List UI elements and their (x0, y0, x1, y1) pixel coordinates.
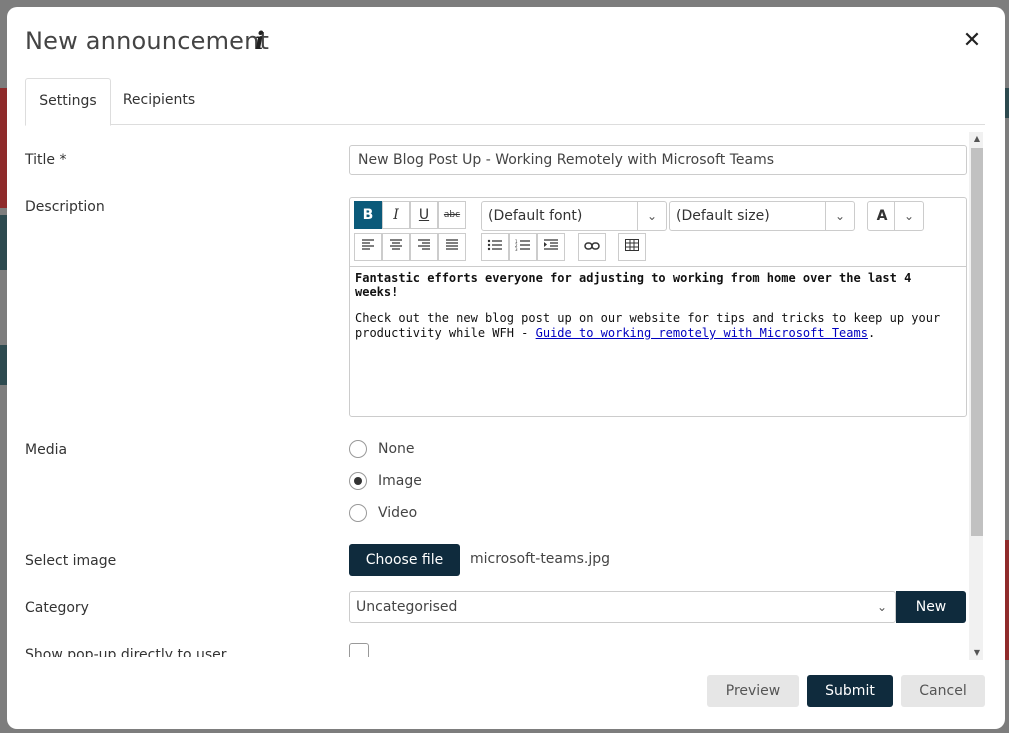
align-left-icon (362, 239, 374, 250)
close-icon[interactable]: ✕ (960, 29, 984, 53)
chevron-down-icon: ⌄ (894, 202, 923, 230)
scrollbar-thumb[interactable] (971, 148, 983, 536)
size-select-value: (Default size) (676, 208, 770, 224)
link-button[interactable] (578, 233, 606, 261)
svg-text:3: 3 (515, 247, 518, 251)
strikethrough-label: abc (443, 210, 461, 220)
media-label: Media (25, 442, 68, 458)
preview-button[interactable]: Preview (707, 675, 799, 707)
description-label: Description (25, 199, 105, 215)
font-select[interactable]: (Default font) ⌄ (481, 201, 667, 231)
media-option-label: Video (378, 505, 418, 521)
announcement-dialog: New announcement i ✕ Settings Recipients… (7, 7, 1005, 729)
scrollbar[interactable]: ▲ ▼ (969, 132, 983, 660)
background-panel-right (1005, 88, 1009, 118)
bullet-list-icon (487, 239, 502, 251)
tab-bar: Settings Recipients (25, 78, 985, 126)
cancel-button[interactable]: Cancel (901, 675, 985, 707)
font-select-value: (Default font) (488, 208, 583, 224)
italic-label: I (393, 207, 399, 223)
media-option-label: Image (378, 473, 422, 489)
select-image-label: Select image (25, 553, 117, 569)
editor-paragraph: Check out the new blog post up on our we… (350, 311, 966, 341)
media-radio-none[interactable] (349, 440, 367, 458)
chevron-down-icon: ⌄ (876, 600, 887, 614)
editor-heading: Fantastic efforts everyone for adjusting… (355, 271, 912, 299)
numbered-list-icon: 123 (515, 239, 530, 252)
link-icon (584, 242, 600, 250)
align-left-button[interactable] (354, 233, 382, 261)
popup-checkbox[interactable] (349, 643, 369, 657)
numbered-list-button[interactable]: 123 (509, 233, 537, 261)
text-color-select[interactable]: A ⌄ (867, 201, 924, 231)
background-panel-right-2 (1005, 540, 1009, 660)
info-icon[interactable]: i (255, 26, 264, 55)
editor-link-trailer: . (867, 326, 876, 340)
editor-content[interactable]: Fantastic efforts everyone for adjusting… (350, 266, 966, 417)
blog-link[interactable]: Guide to working remotely with Microsoft… (536, 326, 868, 340)
media-radio-image[interactable] (349, 472, 367, 490)
category-select[interactable]: Uncategorised ⌄ (349, 591, 896, 623)
bullet-list-button[interactable] (481, 233, 509, 261)
media-radio-video[interactable] (349, 504, 367, 522)
settings-form: Title * New Blog Post Up - Working Remot… (7, 125, 985, 657)
category-label: Category (25, 600, 89, 616)
background-panel-left (0, 88, 7, 208)
indent-button[interactable] (537, 233, 565, 261)
submit-button[interactable]: Submit (807, 675, 893, 707)
underline-button[interactable]: U (410, 201, 438, 229)
background-panel-left-2 (0, 215, 7, 270)
strikethrough-button[interactable]: abc (438, 201, 466, 229)
tab-recipients[interactable]: Recipients (109, 78, 209, 123)
align-center-icon (390, 239, 402, 250)
choose-file-button[interactable]: Choose file (349, 544, 460, 576)
text-color-icon: A (876, 208, 888, 224)
selected-file-name: microsoft-teams.jpg (470, 551, 611, 567)
align-justify-button[interactable] (438, 233, 466, 261)
new-category-button[interactable]: New (896, 591, 966, 623)
scroll-up-icon[interactable]: ▲ (971, 134, 983, 144)
align-right-icon (418, 239, 430, 250)
align-justify-icon (446, 239, 458, 250)
media-option-label: None (378, 441, 415, 457)
chevron-down-icon: ⌄ (637, 202, 666, 230)
title-input-value: New Blog Post Up - Working Remotely with… (358, 152, 775, 168)
scroll-down-icon[interactable]: ▼ (971, 648, 983, 658)
bold-button[interactable]: B (354, 201, 382, 229)
title-input[interactable]: New Blog Post Up - Working Remotely with… (349, 145, 967, 175)
table-icon (625, 239, 639, 251)
description-editor: B I U abc (Default font) ⌄ (Default size… (349, 197, 967, 417)
indent-icon (544, 239, 558, 250)
size-select[interactable]: (Default size) ⌄ (669, 201, 855, 231)
tab-settings[interactable]: Settings (25, 78, 111, 126)
italic-button[interactable]: I (382, 201, 410, 229)
table-button[interactable] (618, 233, 646, 261)
dialog-title: New announcement (25, 27, 270, 55)
title-label: Title * (25, 152, 67, 168)
chevron-down-icon: ⌄ (825, 202, 854, 230)
align-right-button[interactable] (410, 233, 438, 261)
popup-label: Show pop-up directly to user (25, 647, 227, 657)
align-center-button[interactable] (382, 233, 410, 261)
underline-label: U (418, 207, 430, 223)
category-select-value: Uncategorised (356, 599, 458, 615)
background-panel-left-3 (0, 345, 7, 385)
